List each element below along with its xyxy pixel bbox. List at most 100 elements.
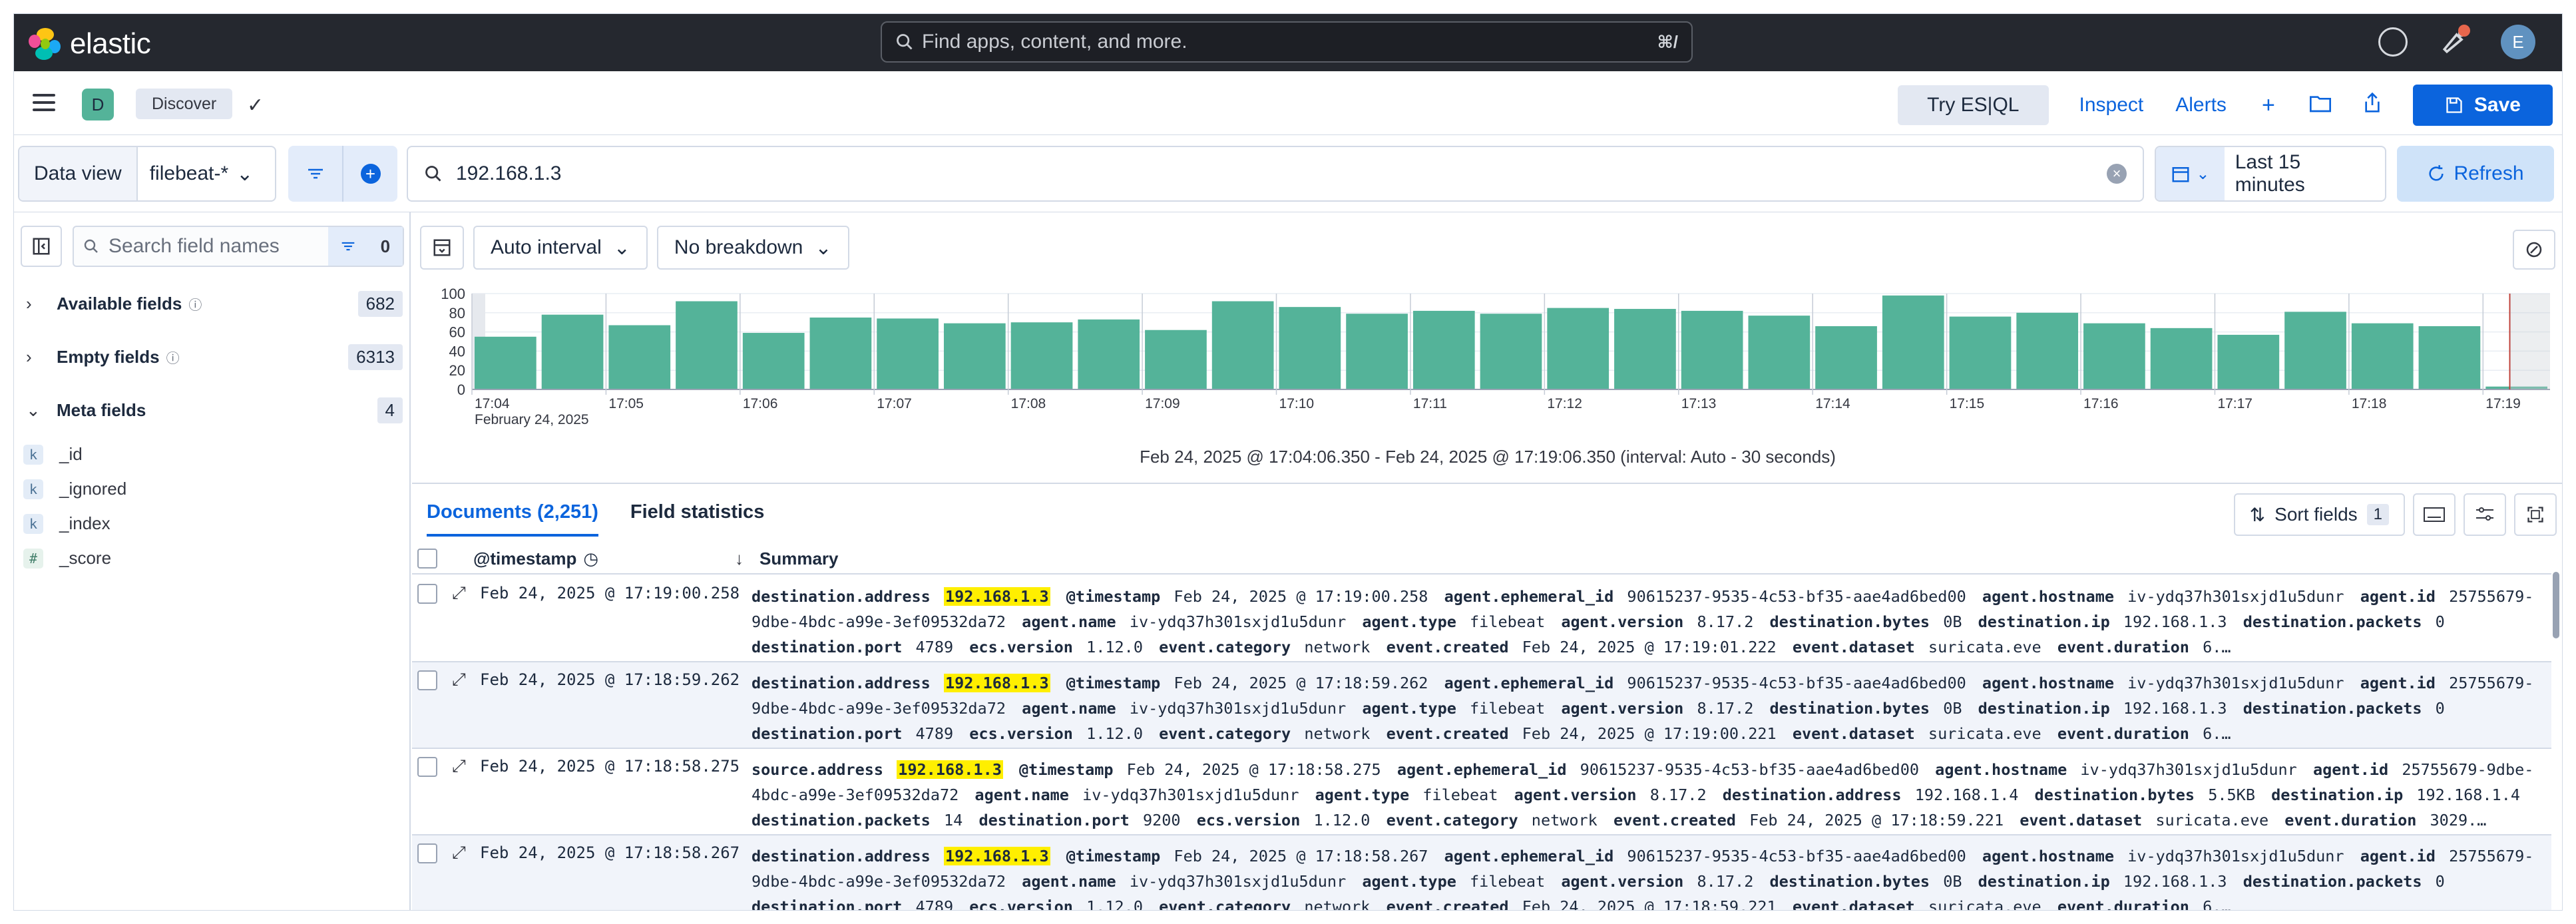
histogram-bar[interactable] (2217, 334, 2280, 389)
check-icon[interactable]: ✓ (247, 94, 264, 117)
histogram-bar[interactable] (475, 336, 537, 389)
available-fields-group[interactable]: › Available fields ⓘ 682 (26, 291, 403, 317)
meta-fields-group[interactable]: ⌄ Meta fields 4 (26, 397, 403, 423)
histogram-bar[interactable] (1279, 307, 1341, 389)
table-row[interactable]: ⤢ Feb 24, 2025 @ 17:18:58.267 destinatio… (412, 835, 2551, 910)
field-key: destination.packets (2243, 872, 2422, 891)
histogram-bar[interactable] (877, 318, 939, 389)
interval-selector[interactable]: Auto interval ⌄ (473, 226, 648, 270)
expand-row-icon[interactable]: ⤢ (452, 842, 466, 863)
field-search-input[interactable]: Search field names 0 (73, 226, 404, 267)
time-picker[interactable]: ⌄ Last 15 minutes (2155, 146, 2386, 202)
clear-query-icon[interactable]: × (2107, 164, 2127, 184)
new-search-icon[interactable]: + (2257, 93, 2280, 118)
histogram-bar[interactable] (541, 314, 604, 389)
inspect-button[interactable]: Inspect (2079, 94, 2144, 116)
info-icon[interactable]: ⓘ (166, 347, 180, 367)
refresh-button[interactable]: Refresh (2397, 146, 2554, 202)
tab-field-statistics[interactable]: Field statistics (630, 492, 764, 537)
display-settings-icon[interactable] (2464, 493, 2506, 536)
open-folder-icon[interactable] (2309, 93, 2332, 118)
fullscreen-icon[interactable] (2514, 493, 2557, 536)
tab-documents[interactable]: Documents (2,251) (427, 492, 598, 537)
breadcrumb-discover[interactable]: Discover (136, 89, 233, 119)
histogram-bar[interactable] (1547, 308, 1610, 389)
row-checkbox[interactable] (417, 670, 437, 690)
news-feed-icon[interactable] (2440, 25, 2470, 57)
column-header-summary[interactable]: Summary (759, 549, 839, 569)
histogram-bar[interactable] (2150, 328, 2213, 389)
field-item[interactable]: # _score (23, 548, 111, 569)
histogram-chart[interactable]: 0 20 40 60 80 100 17:04 17:05 17:06 17:07 17:08 17:… (412, 286, 2563, 445)
sort-arrow-icon[interactable]: ↓ (735, 549, 744, 569)
calendar-icon[interactable]: ⌄ (2156, 147, 2225, 200)
field-value: Feb 24, 2025 @ 17:19:00.221 (1522, 724, 1777, 743)
histogram-bar[interactable] (1882, 295, 1944, 389)
expand-row-icon[interactable]: ⤢ (452, 582, 466, 604)
table-row[interactable]: ⤢ Feb 24, 2025 @ 17:19:00.258 destinatio… (412, 576, 2551, 662)
filter-options-icon[interactable] (288, 146, 342, 202)
menu-toggle-icon[interactable] (33, 94, 55, 111)
histogram-bar[interactable] (2284, 312, 2346, 389)
table-row[interactable]: ⤢ Feb 24, 2025 @ 17:18:58.275 source.add… (412, 749, 2551, 835)
row-checkbox[interactable] (417, 584, 437, 604)
field-item[interactable]: k _index (23, 513, 110, 534)
histogram-bar[interactable] (1145, 330, 1207, 389)
histogram-bar[interactable] (943, 323, 1006, 389)
alerts-button[interactable]: Alerts (2175, 94, 2227, 116)
histogram-bar[interactable] (1412, 310, 1475, 389)
global-search-input[interactable]: Find apps, content, and more. ⌘/ (881, 21, 1693, 63)
field-key: event.duration (2057, 638, 2189, 656)
elastic-logo[interactable]: elastic (29, 27, 151, 61)
histogram-bar[interactable] (1480, 314, 1542, 389)
field-filter-button[interactable]: 0 (328, 227, 403, 266)
data-view-value[interactable]: filebeat-* ⌄ (138, 162, 266, 186)
field-item[interactable]: k _id (23, 444, 83, 465)
histogram-bar[interactable] (1949, 316, 2012, 389)
share-icon[interactable] (2361, 92, 2384, 119)
field-value: Feb 24, 2025 @ 17:19:00.258 (1174, 587, 1428, 606)
histogram-bar[interactable] (2016, 312, 2079, 389)
keyboard-shortcuts-icon[interactable] (2413, 493, 2456, 536)
histogram-bar[interactable] (1346, 314, 1408, 389)
add-filter-button[interactable]: + (342, 146, 397, 202)
row-checkbox[interactable] (417, 843, 437, 863)
histogram-bar[interactable] (1614, 309, 1676, 389)
histogram-bar[interactable] (1681, 310, 1743, 389)
try-esql-button[interactable]: Try ES|QL (1898, 85, 2049, 125)
histogram-bar[interactable] (1078, 319, 1140, 389)
histogram-bar[interactable] (676, 301, 738, 389)
histogram-bar[interactable] (2418, 326, 2481, 389)
histogram-bar[interactable] (1010, 322, 1073, 389)
lens-edit-icon[interactable] (2513, 230, 2555, 270)
histogram-bar[interactable] (608, 325, 671, 389)
histogram-bar[interactable] (1211, 301, 1274, 389)
help-icon[interactable] (2378, 27, 2408, 57)
histogram-bar[interactable] (2083, 323, 2145, 389)
histogram-bar[interactable] (742, 333, 805, 389)
histogram-bar[interactable] (1748, 316, 1811, 389)
chart-options-icon[interactable] (420, 226, 464, 270)
expand-row-icon[interactable]: ⤢ (452, 669, 466, 690)
sort-fields-button[interactable]: ⇅ Sort fields 1 (2233, 493, 2405, 536)
info-icon[interactable]: ⓘ (188, 294, 202, 314)
table-row[interactable]: ⤢ Feb 24, 2025 @ 17:18:59.262 destinatio… (412, 662, 2551, 749)
data-view-picker[interactable]: Data view filebeat-* ⌄ (18, 146, 276, 202)
expand-row-icon[interactable]: ⤢ (452, 756, 466, 777)
time-range-label[interactable]: Last 15 minutes (2225, 151, 2385, 196)
save-button[interactable]: Save (2412, 85, 2553, 126)
query-input[interactable]: 192.168.1.3 × (407, 146, 2144, 202)
histogram-bar[interactable] (809, 318, 872, 389)
user-avatar[interactable]: E (2501, 25, 2535, 59)
histogram-bar[interactable] (2351, 323, 2414, 389)
space-avatar[interactable]: D (82, 89, 114, 120)
row-checkbox[interactable] (417, 757, 437, 777)
empty-fields-group[interactable]: › Empty fields ⓘ 6313 (26, 344, 403, 370)
column-header-timestamp[interactable]: @timestamp ◷ ↓ (473, 549, 753, 569)
select-all-checkbox[interactable] (417, 549, 437, 569)
breakdown-selector[interactable]: No breakdown ⌄ (656, 226, 849, 270)
histogram-bar[interactable] (1815, 326, 1877, 389)
field-item[interactable]: k _ignored (23, 479, 126, 499)
collapse-sidebar-icon[interactable] (21, 226, 62, 267)
grid-scrollbar[interactable] (2553, 545, 2562, 910)
